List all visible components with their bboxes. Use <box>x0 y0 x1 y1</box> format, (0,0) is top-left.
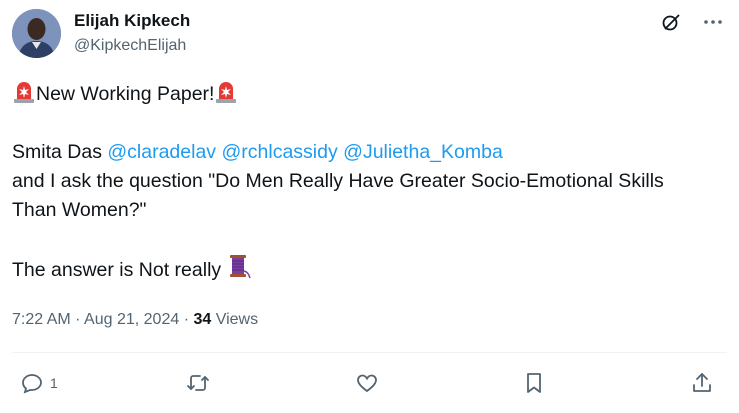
mention-link[interactable]: @Julietha_Komba <box>343 141 503 163</box>
reply-button[interactable]: 1 <box>20 371 58 395</box>
author-name[interactable]: Elijah Kipkech <box>74 11 190 31</box>
repost-button[interactable] <box>186 371 210 395</box>
grok-icon[interactable] <box>659 10 683 34</box>
mention-link[interactable]: @claradelav <box>107 141 216 163</box>
reply-count: 1 <box>50 375 58 391</box>
views-count: 34 <box>193 311 212 328</box>
post-text: New Working Paper! Smita Das @claradelav… <box>12 80 727 283</box>
avatar[interactable] <box>12 9 61 58</box>
heart-icon <box>357 374 377 393</box>
bookmark-icon <box>527 373 541 393</box>
answer-text: The answer is Not really <box>12 259 222 281</box>
share-icon <box>693 373 711 392</box>
post-line-3: Smita Das @claradelav @rchlcassidy @Juli… <box>12 138 727 167</box>
repost-icon <box>187 375 209 391</box>
action-bar: 1 <box>0 368 739 400</box>
post-line-7: The answer is Not really <box>12 254 727 283</box>
post-headline: New Working Paper! <box>36 83 215 105</box>
coauthor-name: Smita Das <box>12 141 102 163</box>
spool-of-thread-emoji <box>227 254 251 289</box>
divider <box>12 352 727 353</box>
post-time[interactable]: 7:22 AM <box>12 311 71 328</box>
post-line-5: Than Women?" <box>12 199 147 221</box>
more-icon[interactable] <box>701 10 725 34</box>
author-handle[interactable]: @KipkechElijah <box>74 37 186 55</box>
bookmark-button[interactable] <box>522 371 546 395</box>
share-button[interactable] <box>690 371 714 395</box>
post-date[interactable]: Aug 21, 2024 <box>84 311 179 328</box>
post-line-1: New Working Paper! <box>12 80 727 109</box>
police-light-emoji <box>12 80 36 113</box>
reply-icon <box>22 374 42 394</box>
views-label: Views <box>211 311 259 328</box>
post-meta: 7:22 AM · Aug 21, 2024 · 34 Views <box>12 311 259 328</box>
like-button[interactable] <box>355 371 379 395</box>
mention-link[interactable]: @rchlcassidy <box>221 141 337 163</box>
police-light-emoji <box>214 80 238 113</box>
post-line-4: and I ask the question "Do Men Really Ha… <box>12 170 664 192</box>
